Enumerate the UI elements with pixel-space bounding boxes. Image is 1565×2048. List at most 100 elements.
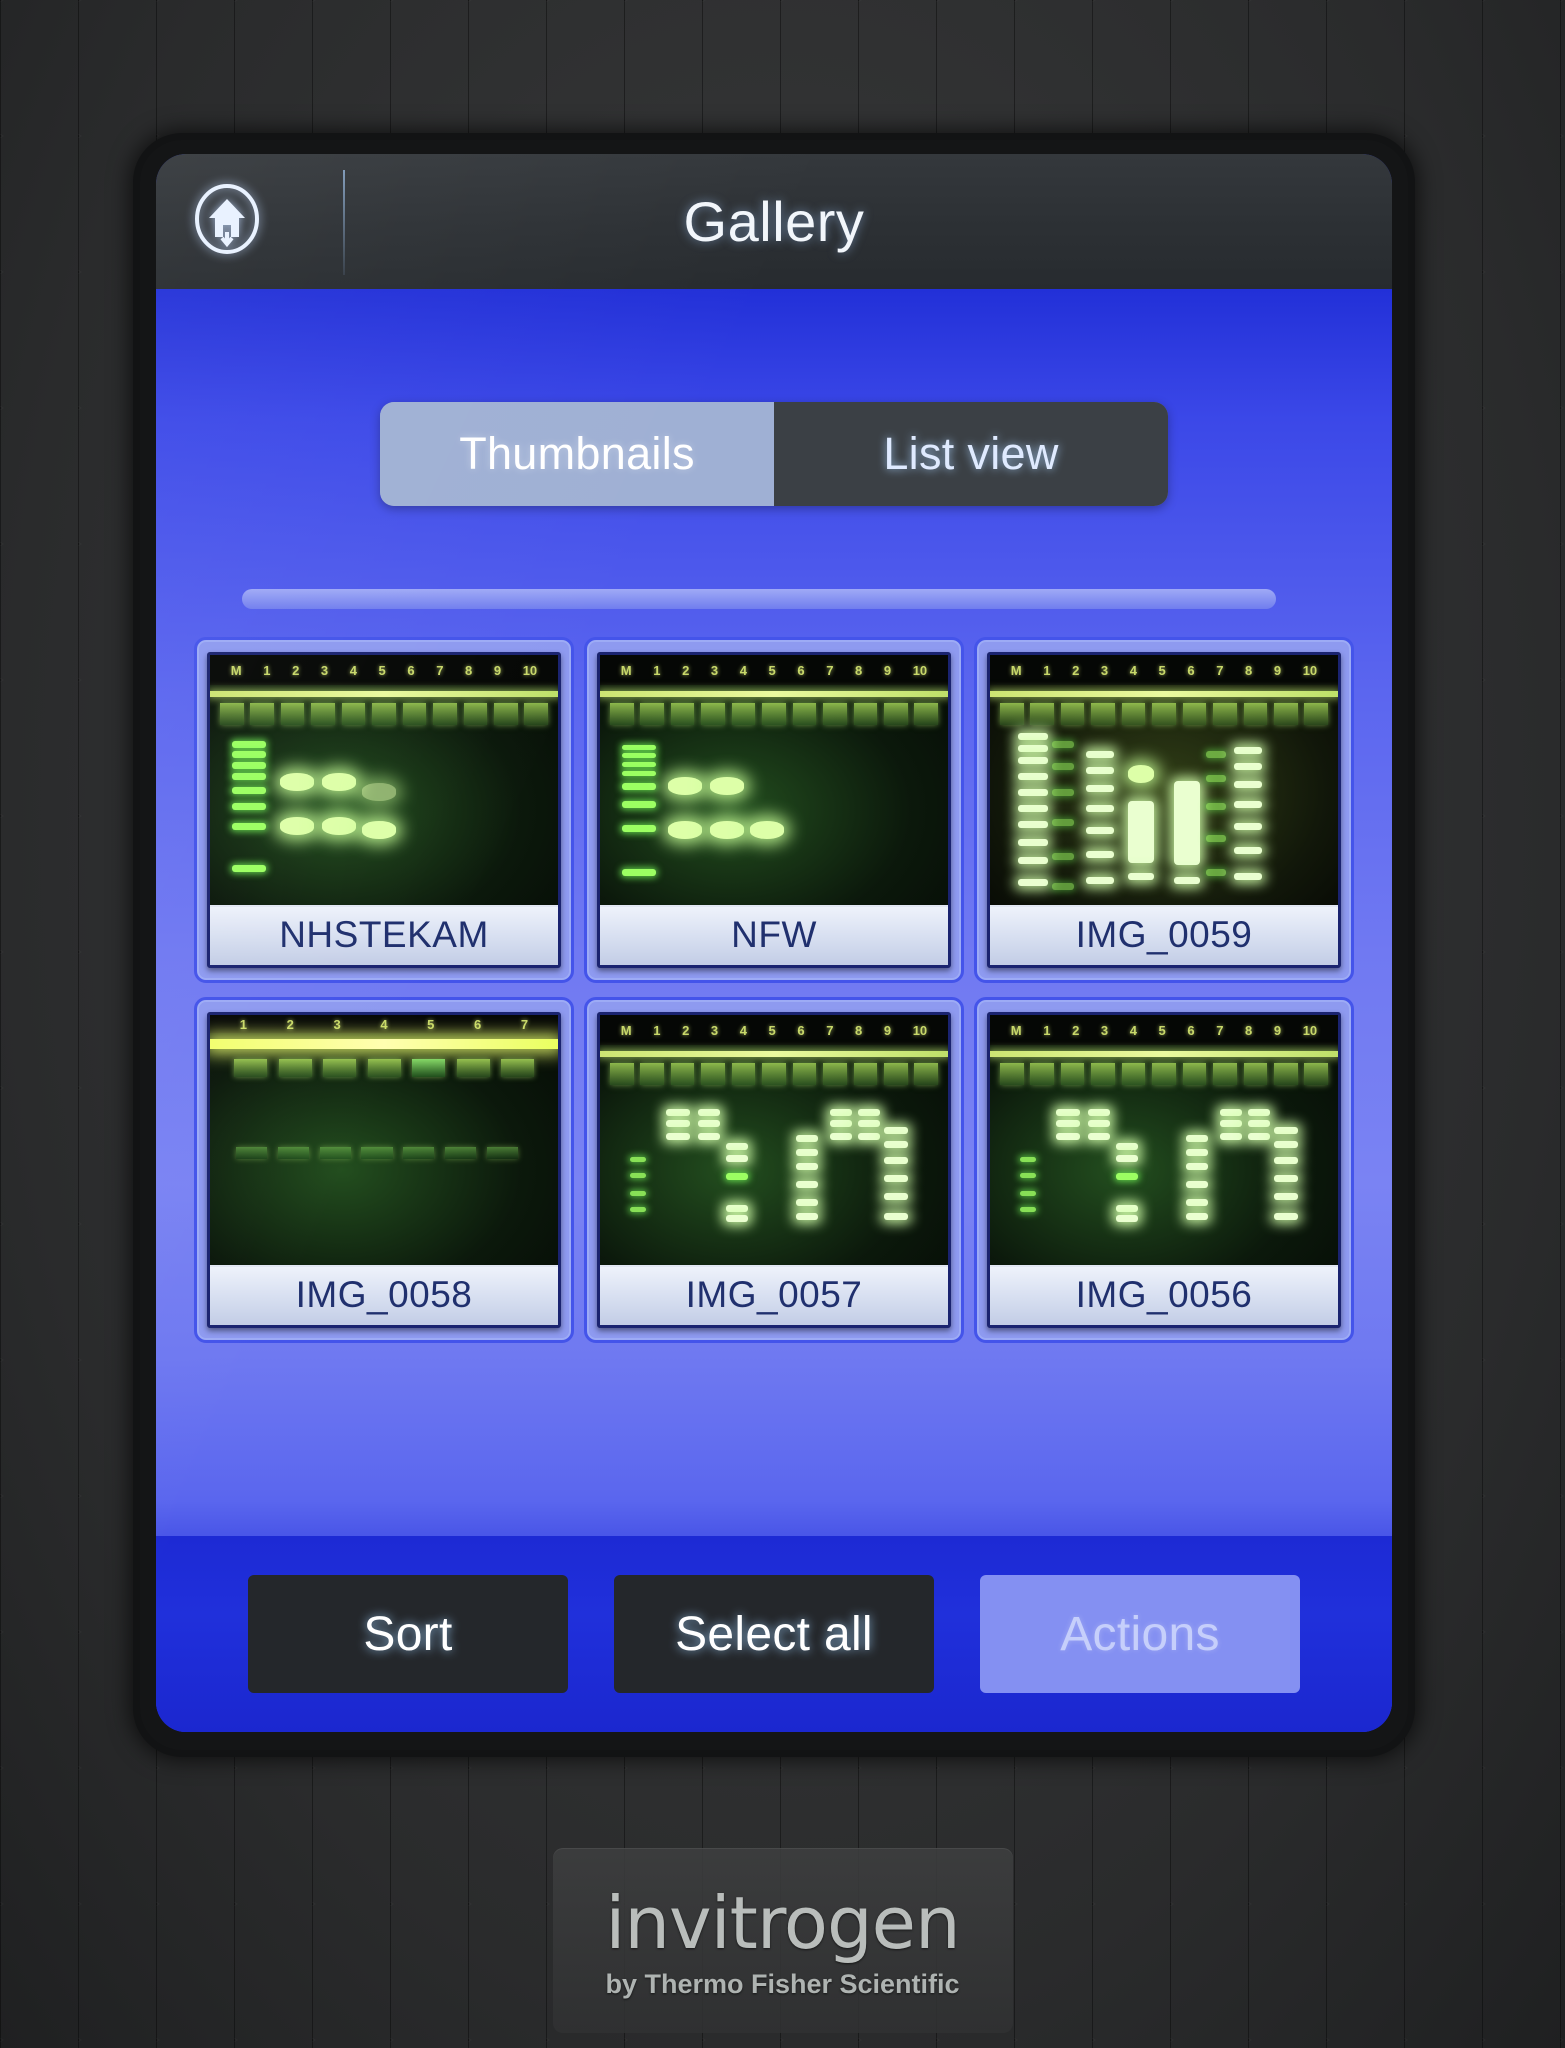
lane-label: 3 <box>321 663 328 678</box>
lane-label: 10 <box>1303 1023 1317 1038</box>
thumbnail-caption: IMG_0057 <box>600 1265 948 1325</box>
lane-label: 1 <box>263 663 270 678</box>
lane-label: 6 <box>474 1017 481 1032</box>
thumbnail-caption: IMG_0059 <box>990 905 1338 965</box>
lane-label: 6 <box>797 1023 804 1038</box>
lane-label: 3 <box>711 1023 718 1038</box>
lane-label: 9 <box>884 1023 891 1038</box>
gel-lane <box>884 1127 908 1223</box>
gel-lane <box>622 745 656 895</box>
lane-label: 10 <box>913 1023 927 1038</box>
gel-image: M 1 2 3 4 5 6 7 8 9 <box>600 655 948 905</box>
lane-label: 8 <box>855 1023 862 1038</box>
lane-label: 1 <box>653 1023 660 1038</box>
lane-label: 4 <box>1130 1023 1137 1038</box>
action-bar: Sort Select all Actions <box>156 1536 1392 1732</box>
lane-label: 4 <box>740 663 747 678</box>
gallery-tile[interactable]: M 1 2 3 4 5 6 7 8 9 <box>584 997 964 1343</box>
home-icon <box>190 182 264 261</box>
lane-label: 6 <box>797 663 804 678</box>
gallery-tile[interactable]: 1 2 3 4 5 6 7 <box>194 997 574 1343</box>
home-button[interactable] <box>188 183 266 261</box>
lane-label: 3 <box>1101 663 1108 678</box>
lane-label: M <box>1011 1023 1022 1038</box>
thumbnail-caption: IMG_0056 <box>990 1265 1338 1325</box>
lane-label: M <box>1011 663 1022 678</box>
lane-label: 10 <box>913 663 927 678</box>
lane-label: 7 <box>436 663 443 678</box>
gel-lane <box>1052 741 1074 896</box>
lane-label: 6 <box>1187 663 1194 678</box>
tab-list-view[interactable]: List view <box>774 402 1168 506</box>
lane-label: 9 <box>1274 663 1281 678</box>
lane-label: 8 <box>855 663 862 678</box>
gel-lane <box>1174 781 1200 893</box>
lane-label: 3 <box>1101 1023 1108 1038</box>
lane-label: 7 <box>1216 1023 1223 1038</box>
lane-label: 4 <box>740 1023 747 1038</box>
view-mode-tabs: Thumbnails List view <box>380 402 1168 506</box>
lane-label: 3 <box>711 663 718 678</box>
section-divider <box>242 589 1276 609</box>
lane-label: 4 <box>380 1017 387 1032</box>
touchscreen: Gallery Thumbnails List view <box>156 154 1392 1732</box>
gel-lane <box>1020 1157 1036 1213</box>
gel-lane <box>1116 1143 1138 1221</box>
thumbnail-caption: IMG_0058 <box>210 1265 558 1325</box>
lane-label: 1 <box>1043 1023 1050 1038</box>
gel-lane <box>1274 1127 1298 1223</box>
gel-lane <box>1186 1135 1208 1221</box>
gallery-tile[interactable]: M 1 2 3 4 5 6 7 8 9 <box>584 637 964 983</box>
gel-lane <box>750 821 784 851</box>
lane-label: 6 <box>407 663 414 678</box>
gel-lane <box>322 773 356 863</box>
lane-label: 5 <box>769 1023 776 1038</box>
lane-label: 5 <box>769 663 776 678</box>
gallery-tile[interactable]: M 1 2 3 4 5 6 7 8 9 <box>974 997 1354 1343</box>
gallery-tile[interactable]: M 1 2 3 4 5 6 7 8 9 <box>194 637 574 983</box>
device-screen-bezel: Gallery Thumbnails List view <box>140 140 1408 1750</box>
lane-label: 1 <box>1043 663 1050 678</box>
lane-label: 2 <box>292 663 299 678</box>
well-row <box>234 1059 534 1077</box>
gel-lane <box>1088 1109 1110 1145</box>
gel-image: 1 2 3 4 5 6 7 <box>210 1015 558 1265</box>
gel-lane <box>830 1109 852 1145</box>
well-line <box>990 691 1338 697</box>
lane-label: 2 <box>1072 663 1079 678</box>
lane-label: 4 <box>1130 663 1137 678</box>
brand-tagline: by Thermo Fisher Scientific <box>605 1969 959 2000</box>
thumbnail-caption: NFW <box>600 905 948 965</box>
lane-label: 3 <box>333 1017 340 1032</box>
lane-label-row: 1 2 3 4 5 6 7 <box>210 1015 558 1033</box>
gel-lane <box>1248 1109 1270 1145</box>
gel-lane <box>1234 747 1262 895</box>
gel-lane <box>726 1143 748 1221</box>
gel-lane <box>796 1135 818 1221</box>
gel-lane <box>1128 765 1154 895</box>
gel-lane <box>1056 1109 1080 1145</box>
well-line <box>600 691 948 697</box>
gel-lane <box>1086 751 1114 891</box>
select-all-button[interactable]: Select all <box>614 1575 934 1693</box>
lane-label: 9 <box>1274 1023 1281 1038</box>
lane-label: 7 <box>521 1017 528 1032</box>
lane-label: 1 <box>240 1017 247 1032</box>
thumbnail-frame: 1 2 3 4 5 6 7 <box>207 1012 561 1328</box>
well-row <box>610 1063 938 1085</box>
lane-label: 2 <box>1072 1023 1079 1038</box>
thumbnail-frame: M 1 2 3 4 5 6 7 8 9 <box>597 1012 951 1328</box>
title-divider <box>343 170 345 275</box>
sort-button[interactable]: Sort <box>248 1575 568 1693</box>
tab-thumbnails[interactable]: Thumbnails <box>380 402 774 506</box>
lane-label: 5 <box>427 1017 434 1032</box>
gel-image: M 1 2 3 4 5 6 7 8 9 <box>990 655 1338 905</box>
well-row <box>610 703 938 725</box>
lane-label-row: M 1 2 3 4 5 6 7 8 9 <box>600 1015 948 1045</box>
lane-label: 2 <box>682 1023 689 1038</box>
gallery-tile[interactable]: M 1 2 3 4 5 6 7 8 9 <box>974 637 1354 983</box>
lane-label: 6 <box>1187 1023 1194 1038</box>
brand-plate: invitrogen by Thermo Fisher Scientific <box>553 1848 1013 2033</box>
lane-label: 7 <box>826 663 833 678</box>
thumbnail-frame: M 1 2 3 4 5 6 7 8 9 <box>987 652 1341 968</box>
